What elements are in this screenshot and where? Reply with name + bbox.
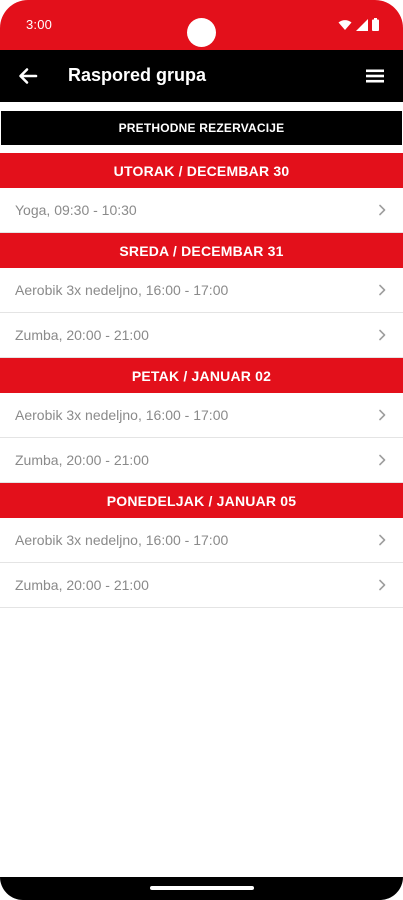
system-nav-bar [0,877,403,900]
previous-reservations-button[interactable]: PRETHODNE REZERVACIJE [1,111,402,145]
chevron-right-icon [379,409,386,421]
day-header: UTORAK / DECEMBAR 30 [0,153,403,188]
list-item[interactable]: Aerobik 3x nedeljno, 16:00 - 17:00 [0,268,403,313]
app-bar: Raspored grupa [0,50,403,102]
page-title: Raspored grupa [68,65,207,85]
signal-icon [356,18,368,31]
list-item-label: Zumba, 20:00 - 21:00 [15,577,149,593]
schedule-list: UTORAK / DECEMBAR 30 Yoga, 09:30 - 10:30… [0,153,403,608]
chevron-right-icon [379,284,386,296]
list-item[interactable]: Yoga, 09:30 - 10:30 [0,188,403,233]
list-item-label: Aerobik 3x nedeljno, 16:00 - 17:00 [15,532,229,548]
list-item-label: Aerobik 3x nedeljno, 16:00 - 17:00 [15,407,229,423]
chevron-right-icon [379,204,386,216]
status-time: 3:00 [26,17,53,32]
chevron-right-icon [379,454,386,466]
hamburger-menu-icon [366,69,384,83]
list-item-label: Zumba, 20:00 - 21:00 [15,452,149,468]
menu-button[interactable] [361,62,389,90]
day-header: PONEDELJAK / JANUAR 05 [0,483,403,518]
chevron-right-icon [379,534,386,546]
list-item[interactable]: Zumba, 20:00 - 21:00 [0,563,403,608]
list-item-label: Aerobik 3x nedeljno, 16:00 - 17:00 [15,282,229,298]
list-item[interactable]: Zumba, 20:00 - 21:00 [0,438,403,483]
wifi-icon [338,19,352,30]
list-item-label: Yoga, 09:30 - 10:30 [15,202,137,218]
day-header: SREDA / DECEMBAR 31 [0,233,403,268]
list-item-label: Zumba, 20:00 - 21:00 [15,327,149,343]
list-item[interactable]: Zumba, 20:00 - 21:00 [0,313,403,358]
camera-cutout [187,18,216,47]
battery-icon [372,18,379,31]
chevron-right-icon [379,579,386,591]
back-button[interactable] [14,62,42,90]
home-gesture-handle[interactable] [150,886,254,890]
back-arrow-icon [19,68,38,84]
list-item[interactable]: Aerobik 3x nedeljno, 16:00 - 17:00 [0,518,403,563]
status-bar: 3:00 [0,0,403,50]
chevron-right-icon [379,329,386,341]
status-icons [338,18,379,31]
list-item[interactable]: Aerobik 3x nedeljno, 16:00 - 17:00 [0,393,403,438]
day-header: PETAK / JANUAR 02 [0,358,403,393]
